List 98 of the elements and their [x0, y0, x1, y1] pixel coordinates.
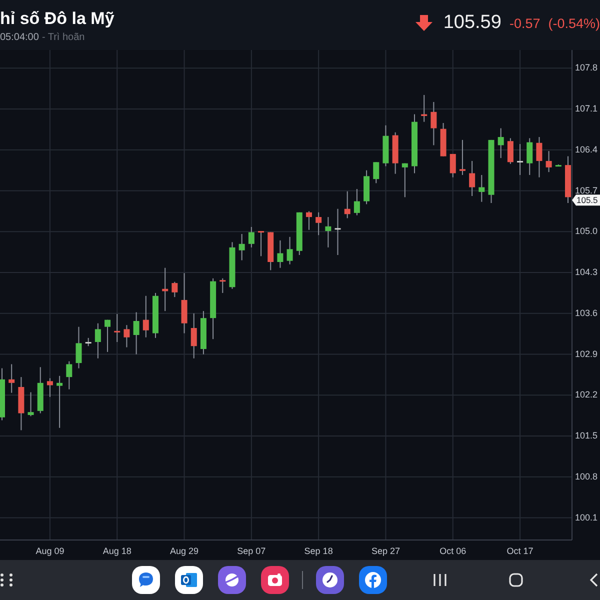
- candlestick: [354, 188, 360, 216]
- x-axis-label: Sep 07: [237, 546, 266, 556]
- candlestick: [190, 312, 197, 359]
- candlestick: [46, 378, 53, 398]
- x-axis-label: Aug 09: [36, 546, 64, 556]
- candlestick: [459, 139, 466, 176]
- candlestick: [277, 240, 284, 268]
- candlestick: [430, 101, 437, 146]
- y-axis-label: 103.6: [575, 308, 598, 318]
- y-axis-label: 104.3: [575, 267, 598, 278]
- candlestick: [507, 138, 514, 164]
- x-axis-label: Oct 06: [440, 546, 466, 556]
- candlestick: [286, 236, 293, 265]
- y-axis-label: 106.4: [575, 144, 598, 154]
- price-tag: 105.5: [572, 194, 600, 206]
- candlestick: [238, 233, 245, 261]
- candlestick: [440, 122, 446, 157]
- candlestick: [220, 278, 226, 294]
- candlestick: [555, 164, 562, 167]
- candlestick: [536, 136, 542, 178]
- x-axis-label: Aug 18: [102, 546, 132, 556]
- planet-icon[interactable]: [218, 566, 246, 594]
- candlestick: [450, 153, 456, 178]
- candlestick: [334, 208, 341, 256]
- camera-icon[interactable]: [261, 566, 289, 594]
- candlestick: [258, 230, 264, 257]
- candlestick: [421, 94, 428, 122]
- candlestick: [37, 366, 44, 414]
- candlestick: [344, 190, 350, 219]
- back-icon[interactable]: [589, 573, 598, 587]
- candlestick: [488, 139, 494, 204]
- x-axis-label: Oct 17: [506, 546, 534, 556]
- candlestick: [162, 267, 168, 312]
- candlestick: [373, 162, 380, 184]
- candlestick: [517, 144, 524, 176]
- candlestick: [152, 292, 158, 338]
- candlestick: [28, 392, 34, 417]
- candlestick: [76, 326, 82, 369]
- candlestick: [498, 128, 504, 159]
- price-value: 105.59: [443, 12, 502, 34]
- candlestick: [210, 278, 216, 340]
- y-axis-label: 105.7: [575, 185, 598, 196]
- candlestick: [546, 150, 552, 173]
- candlestick: [104, 319, 111, 352]
- quote-time: 05:04:00: [0, 32, 39, 43]
- candlestick: [85, 337, 92, 347]
- candlestick: [392, 132, 398, 174]
- candlestick: [364, 170, 370, 205]
- candlestick: [412, 114, 418, 174]
- candlestick: [0, 368, 5, 421]
- home-icon[interactable]: [509, 573, 523, 587]
- candlestick: [200, 310, 206, 355]
- y-axis-label: 102.2: [575, 390, 598, 400]
- facebook-icon[interactable]: [359, 566, 387, 594]
- clock-icon[interactable]: [316, 566, 344, 594]
- candlestick: [268, 232, 274, 271]
- candlestick: [402, 162, 408, 198]
- apps-grid-icon[interactable]: [0, 573, 14, 587]
- x-axis-label: Aug 29: [170, 546, 199, 556]
- candlestick: [306, 210, 312, 230]
- recent-apps-icon[interactable]: [433, 573, 447, 587]
- candlestick: [124, 324, 130, 348]
- candlestick: [296, 212, 302, 256]
- candlestick: [229, 242, 236, 290]
- candlestick: [8, 364, 15, 394]
- candlestick: [172, 281, 178, 298]
- delay-status: - Trì hoãn: [42, 32, 85, 43]
- price-change: -0.57: [509, 16, 540, 30]
- candlestick: [316, 212, 322, 236]
- candlestick: [181, 272, 188, 334]
- candlestick: [478, 174, 485, 202]
- percent-change: (-0.54%): [548, 16, 600, 30]
- candlestick: [565, 156, 571, 204]
- y-axis-label: 101.5: [575, 430, 598, 441]
- mail-app-icon[interactable]: [175, 566, 203, 594]
- y-axis-label: 105.0: [575, 226, 598, 236]
- candlestick: [133, 312, 140, 355]
- y-axis-label: 100.8: [575, 471, 598, 482]
- candlestick: [325, 216, 332, 248]
- y-axis-label: 102.9: [575, 348, 598, 359]
- candlestick: [56, 375, 63, 428]
- candlestick: [114, 313, 120, 343]
- candlestick: [382, 124, 389, 167]
- candlestick: [66, 360, 72, 390]
- candlestick: [526, 138, 533, 176]
- x-axis-label: Sep 27: [371, 546, 400, 556]
- page-title: hỉ số Đô la Mỹ: [0, 9, 114, 29]
- y-axis-label: 107.1: [575, 103, 598, 114]
- candlestick: [142, 295, 149, 338]
- candlestick: [248, 226, 254, 248]
- down-arrow-icon: [415, 14, 434, 32]
- x-axis-label: Sep 18: [304, 546, 333, 556]
- candlestick: [94, 322, 101, 359]
- candlestick: [18, 376, 24, 431]
- y-axis-label: 100.1: [575, 512, 598, 522]
- candlestick: [469, 160, 476, 196]
- y-axis-label: 107.8: [575, 62, 598, 73]
- chat-bubble-icon[interactable]: [132, 566, 160, 594]
